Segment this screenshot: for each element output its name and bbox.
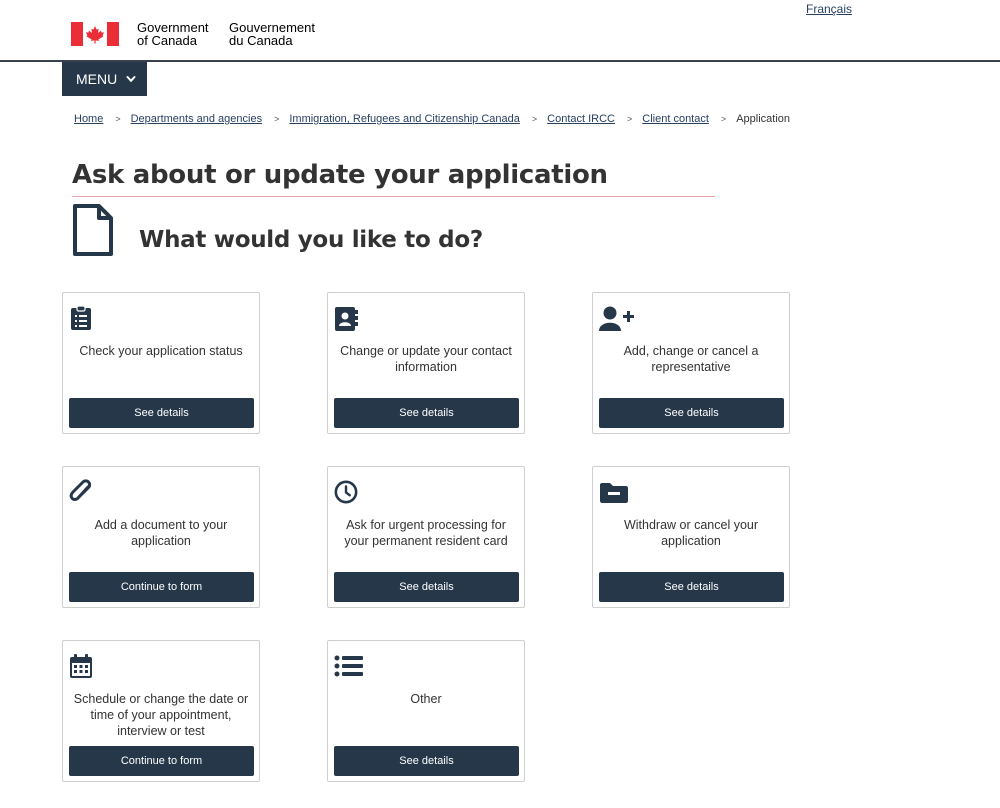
card-label: Withdraw or cancel your application	[623, 518, 759, 548]
see-details-button[interactable]: See details	[599, 572, 784, 602]
language-toggle-link[interactable]: Français	[806, 2, 852, 16]
breadcrumb-separator: >	[627, 114, 633, 124]
page-title: Ask about or update your application	[72, 160, 608, 190]
option-card-withdraw: Withdraw or cancel your application See …	[592, 466, 790, 608]
header-divider	[0, 60, 1000, 62]
clock-icon	[334, 480, 358, 504]
signature-french: Gouvernement du Canada	[229, 20, 315, 48]
section-subtitle: What would you like to do?	[139, 227, 483, 253]
breadcrumb-ircc[interactable]: Immigration, Refugees and Citizenship Ca…	[289, 113, 520, 125]
breadcrumb: Home > Departments and agencies > Immigr…	[74, 113, 790, 125]
breadcrumb-departments[interactable]: Departments and agencies	[131, 113, 262, 125]
see-details-button[interactable]: See details	[334, 398, 519, 428]
contact-book-icon	[335, 307, 358, 331]
see-details-button[interactable]: See details	[334, 746, 519, 776]
breadcrumb-separator: >	[274, 114, 280, 124]
see-details-button[interactable]: See details	[599, 398, 784, 428]
menu-button[interactable]: MENU	[62, 62, 147, 96]
menu-label: MENU	[76, 71, 118, 87]
breadcrumb-client-contact[interactable]: Client contact	[642, 113, 709, 125]
breadcrumb-separator: >	[115, 114, 121, 124]
paperclip-icon	[69, 479, 92, 501]
card-label: Schedule or change the date or time of y…	[73, 692, 249, 738]
canada-flag-icon	[71, 22, 119, 46]
breadcrumb-separator: >	[531, 114, 538, 124]
breadcrumb-contact-ircc[interactable]: Contact IRCC	[547, 113, 615, 125]
continue-to-form-button[interactable]: Continue to form	[69, 746, 254, 776]
card-label: Other	[410, 692, 442, 706]
title-underline	[72, 196, 715, 197]
option-card-other: Other See details	[327, 640, 525, 782]
card-label: Check your application status	[79, 344, 243, 358]
option-card-add-document: Add a document to your application Conti…	[62, 466, 260, 608]
calendar-icon	[70, 654, 92, 678]
card-label: Add, change or cancel a representative	[623, 344, 759, 374]
list-icon	[334, 655, 363, 677]
option-card-status: Check your application status See detail…	[62, 292, 260, 434]
see-details-button[interactable]: See details	[69, 398, 254, 428]
option-card-appointment: Schedule or change the date or time of y…	[62, 640, 260, 782]
see-details-button[interactable]: See details	[334, 572, 519, 602]
breadcrumb-home[interactable]: Home	[74, 113, 103, 125]
card-label: Ask for urgent processing for your perma…	[344, 518, 508, 548]
folder-minus-icon	[600, 483, 628, 503]
card-label: Change or update your contact informatio…	[340, 344, 512, 374]
continue-to-form-button[interactable]: Continue to form	[69, 572, 254, 602]
clipboard-icon	[71, 305, 91, 330]
option-card-representative: Add, change or cancel a representative S…	[592, 292, 790, 434]
breadcrumb-separator: >	[720, 114, 727, 124]
option-card-contact-info: Change or update your contact informatio…	[327, 292, 525, 434]
document-icon	[73, 204, 113, 256]
user-plus-icon	[599, 306, 634, 331]
option-card-urgent-processing: Ask for urgent processing for your perma…	[327, 466, 525, 608]
breadcrumb-current: Application	[736, 113, 791, 125]
chevron-down-icon	[126, 76, 136, 83]
signature-english: Government of Canada	[137, 20, 209, 48]
card-label: Add a document to your application	[94, 518, 228, 548]
